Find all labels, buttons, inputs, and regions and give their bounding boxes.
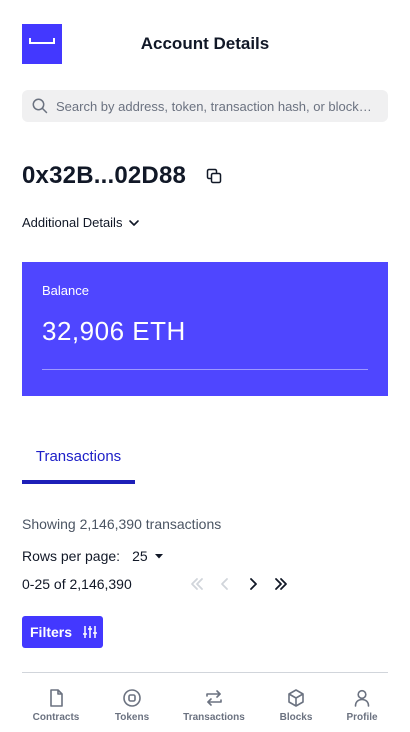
- double-chevron-right-icon: [275, 578, 287, 590]
- page-title: Account Details: [140, 34, 270, 53]
- tab-transactions[interactable]: Transactions: [22, 448, 135, 484]
- chevron-right-icon: [250, 578, 257, 590]
- sliders-icon: [83, 626, 98, 638]
- swap-icon: [206, 690, 222, 706]
- pagination-controls: [186, 574, 298, 594]
- tab-active-indicator: [22, 480, 135, 484]
- search-input[interactable]: [56, 98, 374, 114]
- bottom-nav: Contracts Tokens Transactions Blocks Pro…: [0, 680, 410, 732]
- balance-amount: 32,906 ETH: [42, 316, 186, 346]
- account-address-row: 0x32B...02D88: [22, 162, 224, 190]
- filters-button[interactable]: Filters: [22, 616, 103, 648]
- next-page-button[interactable]: [242, 574, 264, 594]
- nav-item-label: Tokens: [114, 712, 150, 723]
- nav-item-blocks[interactable]: Blocks: [276, 688, 316, 723]
- search-bar[interactable]: [22, 90, 388, 122]
- balance-label: Balance: [42, 283, 89, 298]
- double-chevron-left-icon: [191, 578, 203, 590]
- nav-item-label: Profile: [346, 712, 378, 723]
- first-page-button[interactable]: [186, 574, 208, 594]
- nav-item-label: Blocks: [279, 712, 313, 723]
- file-icon: [50, 689, 63, 707]
- filters-label: Filters: [30, 624, 73, 640]
- chevron-left-icon: [221, 578, 228, 590]
- caret-down-icon: [154, 554, 163, 559]
- cube-icon: [288, 689, 304, 707]
- bottom-divider: [22, 672, 388, 673]
- additional-details-toggle[interactable]: Additional Details: [22, 215, 140, 230]
- header: Account Details: [0, 0, 410, 88]
- copy-icon: [206, 168, 222, 184]
- rows-per-page-label: Rows per page:: [22, 548, 121, 564]
- nav-item-profile[interactable]: Profile: [342, 688, 382, 723]
- user-icon: [354, 689, 370, 707]
- coin-icon: [123, 689, 141, 707]
- rows-per-page-value: 25: [132, 548, 148, 564]
- copy-button[interactable]: [204, 166, 224, 186]
- nav-item-label: Transactions: [183, 712, 245, 723]
- balance-divider: [42, 369, 368, 370]
- account-address: 0x32B...02D88: [22, 162, 187, 189]
- pagination-range: 0-25 of 2,146,390: [22, 576, 132, 592]
- last-page-button[interactable]: [270, 574, 292, 594]
- nav-item-transactions[interactable]: Transactions: [182, 688, 246, 723]
- prev-page-button[interactable]: [214, 574, 236, 594]
- rows-per-page-select[interactable]: 25: [132, 548, 164, 564]
- chevron-down-icon: [129, 219, 140, 226]
- rows-per-page: Rows per page: 25: [22, 548, 164, 564]
- nav-item-tokens[interactable]: Tokens: [112, 688, 152, 723]
- balance-card: Balance 32,906 ETH: [22, 262, 388, 396]
- nav-item-contracts[interactable]: Contracts: [32, 688, 80, 723]
- transactions-count: Showing 2,146,390 transactions: [22, 516, 222, 532]
- nav-item-label: Contracts: [32, 712, 80, 723]
- search-icon: [32, 98, 48, 114]
- additional-details-label: Additional Details: [22, 215, 123, 230]
